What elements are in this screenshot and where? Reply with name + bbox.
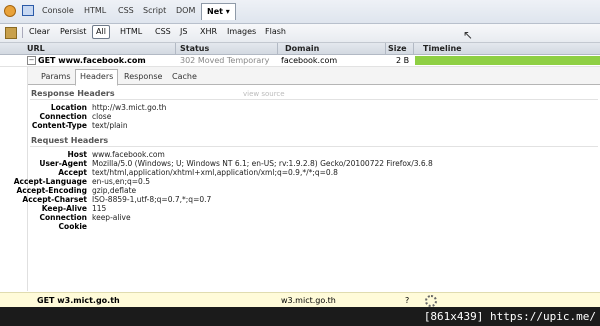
header-row: Host www.facebook.com (28, 150, 600, 159)
net-filter-bar: Clear Persist All HTML CSS JS XHR Images… (0, 24, 600, 43)
column-timeline[interactable]: Timeline (423, 44, 462, 53)
pending-request-row[interactable]: GET w3.mict.go.th w3.mict.go.th ? (0, 292, 600, 307)
divider (30, 146, 598, 147)
filter-js-button[interactable]: JS (180, 27, 187, 36)
request-details: Params Headers Response Cache Response H… (14, 67, 600, 291)
header-key: Accept (58, 168, 87, 177)
pending-request-url[interactable]: GET w3.mict.go.th (37, 296, 120, 305)
header-value: www.facebook.com (92, 150, 165, 159)
net-column-header: URL Status Domain Size Timeline (0, 43, 600, 55)
panel-tab-bar: Console HTML CSS Script DOM Net ▾ (0, 0, 600, 24)
header-row: Content-Type text/plain (28, 121, 600, 130)
header-row: Accept-Encoding gzip,deflate (16, 186, 600, 195)
header-key: Connection (39, 112, 87, 121)
header-key: Connection (39, 213, 87, 222)
header-value: close (92, 112, 112, 121)
request-size: 2 B (396, 56, 410, 65)
loading-spinner-icon (425, 295, 437, 307)
header-key: Accept-Charset (22, 195, 87, 204)
tab-dom[interactable]: DOM (176, 6, 195, 15)
tab-params[interactable]: Params (41, 72, 71, 81)
header-row: Accept-Charset ISO-8859-1,utf-8;q=0.7,*;… (22, 195, 600, 204)
header-value: en-us,en;q=0.5 (92, 177, 150, 186)
tab-net[interactable]: Net ▾ (201, 3, 236, 20)
divider (30, 99, 598, 100)
column-divider (385, 43, 386, 54)
filter-flash-button[interactable]: Flash (265, 27, 286, 36)
column-divider (277, 43, 278, 54)
request-headers-title: Request Headers (31, 136, 109, 145)
view-source-link[interactable]: view source (243, 90, 285, 98)
header-key: Host (67, 150, 87, 159)
request-status: 302 Moved Temporary (180, 56, 270, 65)
details-tab-bar: Params Headers Response Cache (28, 67, 600, 86)
header-key: Accept-Encoding (16, 186, 87, 195)
header-value: Mozilla/5.0 (Windows; U; Windows NT 6.1;… (92, 159, 433, 168)
tab-response[interactable]: Response (124, 72, 162, 81)
filter-xhr-button[interactable]: XHR (200, 27, 217, 36)
filter-all-button[interactable]: All (92, 25, 110, 39)
column-divider (413, 43, 414, 54)
tab-script[interactable]: Script (143, 6, 166, 15)
persist-button[interactable]: Persist (60, 27, 86, 36)
tab-css[interactable]: CSS (118, 6, 134, 15)
tab-html[interactable]: HTML (84, 6, 106, 15)
pending-request-size: ? (405, 296, 410, 305)
header-row: Accept-Language en-us,en;q=0.5 (14, 177, 600, 186)
filter-css-button[interactable]: CSS (155, 27, 171, 36)
header-row: Connection keep-alive (28, 213, 600, 222)
header-key: Cookie (58, 222, 87, 231)
collapse-toggle-icon[interactable]: − (27, 56, 36, 65)
watermark-text: [861x439] https://upic.me/ (423, 310, 596, 323)
header-key: User-Agent (39, 159, 87, 168)
header-key: Content-Type (31, 121, 87, 130)
header-key: Keep-Alive (41, 204, 87, 213)
request-domain: facebook.com (281, 56, 338, 65)
filter-html-button[interactable]: HTML (120, 27, 142, 36)
image-footer: [861x439] https://upic.me/ (0, 307, 600, 326)
column-url[interactable]: URL (27, 44, 45, 53)
header-key: Accept-Language (13, 177, 87, 186)
request-row[interactable]: − GET www.facebook.com 302 Moved Tempora… (0, 55, 600, 67)
request-timeline-bar (415, 56, 600, 65)
header-value: ISO-8859-1,utf-8;q=0.7,*;q=0.7 (92, 195, 212, 204)
firebug-icon[interactable] (4, 5, 16, 17)
header-row: User-Agent Mozilla/5.0 (Windows; U; Wind… (28, 159, 600, 168)
header-row: Cookie (28, 222, 600, 231)
header-value: text/plain (92, 121, 128, 130)
column-status[interactable]: Status (180, 44, 209, 53)
header-row: Accept text/html,application/xhtml+xml,a… (28, 168, 600, 177)
pending-request-domain: w3.mict.go.th (281, 296, 336, 305)
header-value: 115 (92, 204, 107, 213)
tab-console[interactable]: Console (42, 6, 74, 15)
column-domain[interactable]: Domain (285, 44, 319, 53)
inspect-icon[interactable] (22, 5, 34, 16)
header-row: Location http://w3.mict.go.th (28, 103, 600, 112)
tab-cache[interactable]: Cache (172, 72, 197, 81)
column-size[interactable]: Size (388, 44, 407, 53)
filter-images-button[interactable]: Images (227, 27, 256, 36)
header-value: text/html,application/xhtml+xml,applicat… (92, 168, 338, 177)
firebug-window: Console HTML CSS Script DOM Net ▾ Clear … (0, 0, 600, 326)
response-headers-title: Response Headers (31, 89, 115, 98)
header-key: Location (50, 103, 87, 112)
request-url[interactable]: GET www.facebook.com (38, 56, 146, 65)
mouse-cursor-icon: ↖ (463, 28, 474, 42)
tab-headers[interactable]: Headers (75, 69, 119, 86)
clear-icon[interactable] (5, 27, 17, 39)
header-value: keep-alive (92, 213, 131, 222)
clear-button[interactable]: Clear (29, 27, 50, 36)
separator (22, 27, 23, 38)
header-value: http://w3.mict.go.th (92, 103, 167, 112)
header-row: Connection close (28, 112, 600, 121)
column-divider (175, 43, 176, 54)
header-row: Keep-Alive 115 (28, 204, 600, 213)
header-value: gzip,deflate (92, 186, 137, 195)
